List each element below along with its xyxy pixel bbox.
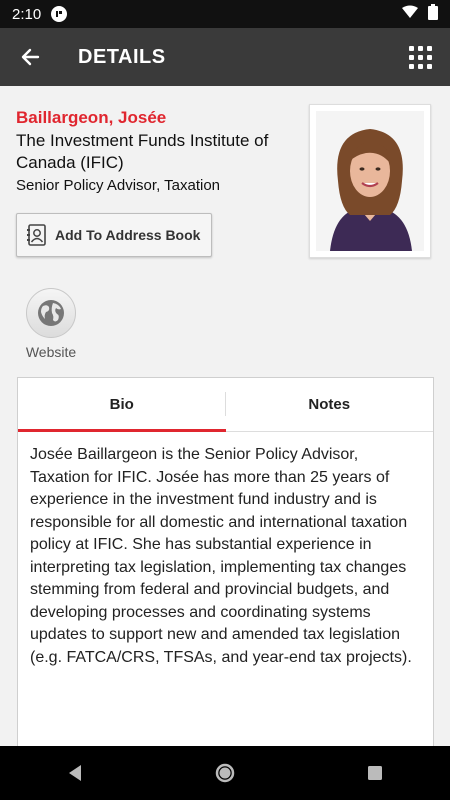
website-button[interactable]: Website bbox=[20, 288, 82, 360]
bio-text: Josée Baillargeon is the Senior Policy A… bbox=[30, 446, 412, 666]
nav-recents-button[interactable] bbox=[345, 746, 405, 800]
profile-photo-frame bbox=[309, 104, 431, 258]
contact-name: Baillargeon, Josée bbox=[16, 108, 167, 127]
details-content: Baillargeon, Josée The Investment Funds … bbox=[0, 86, 450, 749]
grid-menu-button[interactable] bbox=[390, 28, 450, 86]
status-bar: 2:10 bbox=[0, 0, 450, 28]
contact-role: Senior Policy Advisor, Taxation bbox=[16, 177, 221, 194]
back-button[interactable] bbox=[0, 28, 60, 86]
bio-notes-card: Bio Notes Josée Baillargeon is the Senio… bbox=[17, 377, 434, 749]
nav-home-button[interactable] bbox=[195, 746, 255, 800]
profile-photo bbox=[316, 111, 424, 251]
app-notification-icon bbox=[51, 6, 68, 22]
grid-menu-icon bbox=[408, 45, 432, 69]
tab-notes[interactable]: Notes bbox=[226, 378, 434, 431]
add-to-address-book-button[interactable]: Add To Address Book bbox=[16, 213, 212, 257]
tab-bio[interactable]: Bio bbox=[18, 378, 226, 432]
wifi-icon bbox=[402, 5, 418, 23]
recents-square-icon bbox=[368, 766, 382, 780]
add-to-address-book-label: Add To Address Book bbox=[55, 227, 201, 243]
globe-icon-wrap bbox=[26, 288, 76, 338]
system-nav-bar bbox=[0, 746, 450, 800]
page-title: DETAILS bbox=[78, 45, 166, 68]
contact-organization: The Investment Funds Institute of Canada… bbox=[16, 131, 269, 172]
back-triangle-icon bbox=[69, 765, 81, 781]
nav-back-button[interactable] bbox=[45, 746, 105, 800]
globe-icon bbox=[38, 300, 64, 326]
back-arrow-icon bbox=[21, 48, 40, 66]
app-bar: DETAILS bbox=[0, 28, 450, 86]
tab-bar: Bio Notes bbox=[18, 378, 433, 432]
home-circle-icon bbox=[215, 763, 235, 783]
battery-icon bbox=[428, 4, 438, 24]
contact-card-icon bbox=[27, 224, 47, 246]
website-label: Website bbox=[25, 344, 77, 360]
status-time: 2:10 bbox=[12, 5, 42, 23]
